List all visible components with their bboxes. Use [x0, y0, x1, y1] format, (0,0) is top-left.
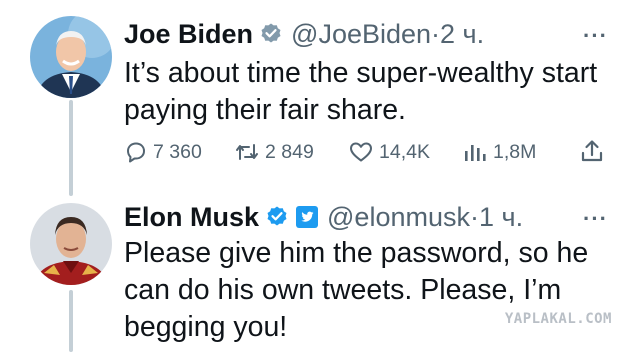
- repost-button[interactable]: 2 849: [234, 138, 314, 166]
- repost-count: 2 849: [265, 141, 314, 163]
- thread-line-top: [69, 100, 73, 196]
- author-name[interactable]: Elon Musk: [124, 201, 259, 233]
- tweet-text: It’s about time the super-wealthy start …: [124, 55, 597, 129]
- separator-dot: ·: [431, 19, 441, 49]
- tweet-actions: 7 360 2 849 14,4K 1,8M: [124, 138, 614, 168]
- reply-button[interactable]: 7 360: [124, 138, 202, 166]
- share-icon: [579, 138, 610, 164]
- tweet-time[interactable]: 2 ч.: [440, 18, 484, 50]
- like-button[interactable]: 14,4K: [348, 138, 430, 166]
- views-button[interactable]: 1,8M: [462, 138, 536, 166]
- thread-line-bottom: [69, 290, 73, 352]
- tweet-text-line: paying their fair share.: [124, 94, 406, 126]
- like-count: 14,4K: [379, 141, 430, 163]
- tweet-time[interactable]: 1 ч.: [479, 201, 523, 233]
- twitter-bird-badge-icon: [295, 205, 319, 229]
- tweet-text: Please give him the password, so he can …: [124, 235, 588, 346]
- more-options-icon[interactable]: ···: [583, 208, 608, 230]
- reply-icon: [124, 140, 153, 164]
- avatar-musk[interactable]: [30, 203, 112, 285]
- views-icon: [462, 140, 493, 164]
- views-count: 1,8M: [493, 141, 537, 163]
- repost-icon: [234, 140, 265, 164]
- tweet-header: Elon Musk @elonmusk · 1 ч.: [124, 201, 523, 233]
- more-options-icon[interactable]: ···: [583, 25, 608, 47]
- verified-gray-badge-icon: [259, 22, 283, 46]
- author-name[interactable]: Joe Biden: [124, 18, 253, 50]
- share-button[interactable]: [579, 138, 610, 164]
- tweet-header: Joe Biden @JoeBiden · 2 ч.: [124, 18, 484, 50]
- reply-count: 7 360: [153, 141, 202, 163]
- author-handle[interactable]: @JoeBiden: [291, 18, 431, 50]
- author-handle[interactable]: @elonmusk: [327, 201, 470, 233]
- verified-blue-badge-icon: [265, 205, 289, 229]
- avatar-biden[interactable]: [30, 16, 112, 98]
- heart-icon: [348, 140, 379, 164]
- tweet-text-line: Please give him the password, so he: [124, 237, 589, 269]
- watermark: YAPLAKAL.COM: [504, 311, 612, 327]
- tweet-text-line: It’s about time the super-wealthy start: [124, 57, 598, 89]
- separator-dot: ·: [469, 202, 479, 232]
- tweet-text-line: can do his own tweets. Please, I’m: [124, 274, 562, 306]
